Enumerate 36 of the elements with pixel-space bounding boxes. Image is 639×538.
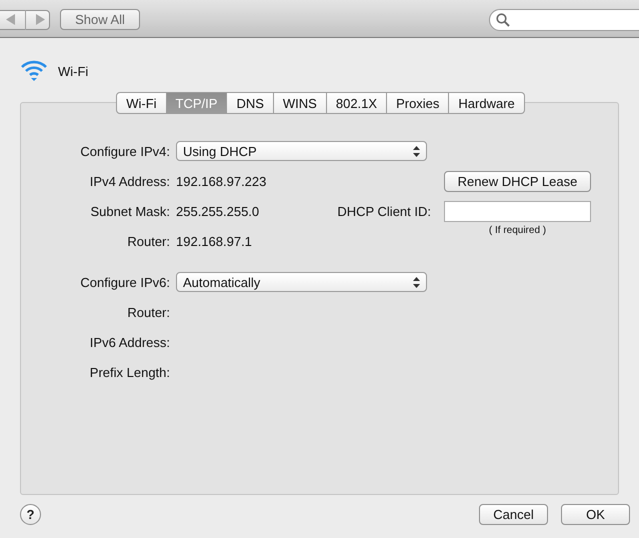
field-label: Configure IPv4: [80, 144, 170, 158]
client-id-field[interactable] [444, 201, 591, 222]
tab[interactable]: Proxies [387, 92, 450, 114]
tab[interactable]: Hardware [449, 92, 525, 114]
tab[interactable]: DNS [227, 92, 274, 114]
field-value: 192.168.97.1 [176, 234, 252, 248]
field-value: 255.255.255.0 [176, 204, 260, 218]
field-label: IPv4 Address: [90, 174, 170, 188]
configure-ipv6-popup[interactable]: Automatically [176, 272, 427, 292]
field-label: Subnet Mask: [90, 204, 170, 218]
ok-button[interactable]: OK [561, 504, 630, 525]
wifi-icon [20, 59, 48, 83]
field-label: IPv6 Address: [90, 334, 170, 350]
service-title: Wi-Fi [58, 64, 88, 78]
search-icon [496, 12, 510, 26]
field-label: Configure IPv6: [80, 274, 170, 290]
field-label: DHCP Client ID: [337, 204, 431, 218]
search-field[interactable] [489, 8, 639, 30]
tab[interactable]: 802.1X [326, 92, 388, 114]
field-label: Prefix Length: [90, 364, 170, 380]
back-forward-control[interactable] [0, 10, 50, 30]
help-button[interactable]: ? [20, 504, 41, 525]
configure-ipv4-popup[interactable]: Using DHCP [176, 141, 427, 161]
field-label: Router: [127, 234, 170, 248]
renew-dhcp-lease-button[interactable]: Renew DHCP Lease [444, 170, 591, 192]
back-arrow-icon[interactable] [6, 14, 16, 25]
field-label: Router: [127, 304, 170, 320]
hint-text: ( If required ) [488, 225, 546, 236]
tab[interactable]: Wi-Fi [116, 92, 167, 114]
tab[interactable]: WINS [274, 92, 327, 114]
forward-arrow-icon[interactable] [34, 14, 44, 25]
stepper-arrows-icon [413, 146, 420, 156]
stepper-arrows-icon [413, 276, 420, 288]
show-all-button[interactable]: Show All [60, 9, 140, 30]
field-value: 192.168.97.223 [176, 174, 266, 188]
cancel-button[interactable]: Cancel [479, 504, 548, 525]
